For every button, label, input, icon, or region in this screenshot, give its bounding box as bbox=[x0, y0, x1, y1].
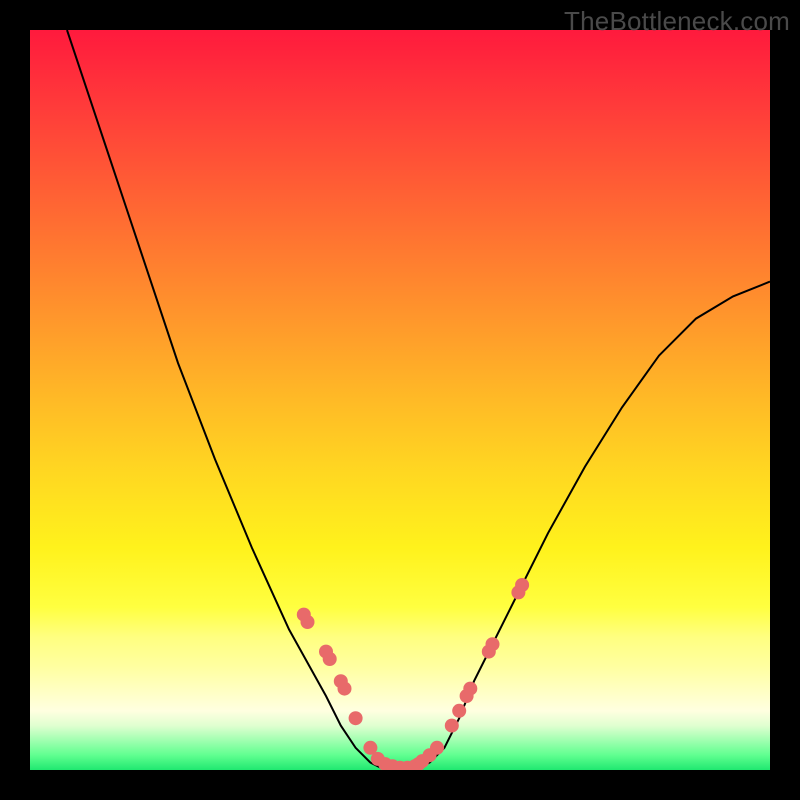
data-point bbox=[452, 704, 466, 718]
data-point bbox=[445, 719, 459, 733]
data-point bbox=[323, 652, 337, 666]
data-point bbox=[349, 711, 363, 725]
plot-gradient-area bbox=[30, 30, 770, 770]
data-point bbox=[463, 682, 477, 696]
data-point bbox=[301, 615, 315, 629]
chart-container: TheBottleneck.com bbox=[0, 0, 800, 800]
bottleneck-curve bbox=[67, 30, 770, 770]
data-point bbox=[430, 741, 444, 755]
data-point bbox=[515, 578, 529, 592]
data-point bbox=[338, 682, 352, 696]
marker-group bbox=[297, 578, 529, 770]
data-point bbox=[486, 637, 500, 651]
chart-svg bbox=[30, 30, 770, 770]
watermark-text: TheBottleneck.com bbox=[564, 6, 790, 37]
